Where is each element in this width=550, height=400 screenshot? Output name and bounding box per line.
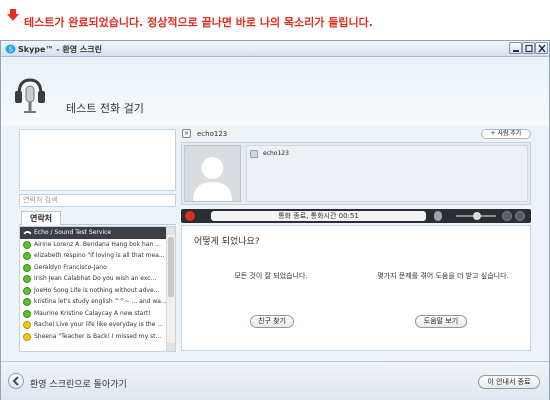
svg-text:S: S <box>9 46 14 54</box>
page-title: 테스트 전화 걸기 <box>66 102 144 115</box>
window-title: Skype™ - 환영 스크린 <box>18 45 102 54</box>
contact-name: Echo / Sound Test Service <box>34 229 112 236</box>
participant-list: echo123 <box>246 145 528 202</box>
contact-search-input[interactable]: 연락처 검색 <box>19 194 176 207</box>
contact-item[interactable]: Irish Jean Calabhat Do you wish an exc..… <box>20 273 175 285</box>
back-button[interactable] <box>8 373 24 389</box>
caption-text: 테스트가 완료되었습니다. 정상적으로 끝나면 바로 나의 목소리가 들립니다. <box>24 16 373 29</box>
back-arrow-icon <box>12 376 19 386</box>
scroll-up-button[interactable] <box>167 227 175 235</box>
title-bar: S Skype™ - 환영 스크린 <box>1 41 549 57</box>
call-contact-name: echo123 <box>197 130 228 138</box>
call-menu-button[interactable] <box>515 211 525 221</box>
help-button[interactable]: 도움말 보기 <box>415 315 467 328</box>
call-control-bar: 통화 종료, 통화시간 00:51 <box>181 209 531 223</box>
status-away-icon <box>23 321 31 329</box>
skype-logo-icon: S <box>5 44 16 54</box>
contact-item[interactable]: elizabeth respino "if loving is all that… <box>20 250 175 262</box>
contact-item[interactable]: kristina let's study english ^^~ ... and… <box>20 296 175 308</box>
tab-contacts[interactable]: 연락처 <box>21 211 61 225</box>
close-icon <box>538 44 546 53</box>
contact-name: JoeHo Song Life is nothing without adve.… <box>34 286 160 294</box>
left-panel: 연락처 검색 연락처 Echo / Sound Test Service Air… <box>19 129 176 352</box>
contact-name: elizabeth respino "if loving is all that… <box>34 252 165 259</box>
call-panel: × echo123 + 사람 추가 echo123 통화 종료, 통화시간 00… <box>181 129 531 351</box>
minimize-button[interactable] <box>509 42 522 54</box>
contact-item[interactable]: Geraldyn Francisco-Jano <box>20 262 175 274</box>
status-away-icon <box>23 332 31 341</box>
contact-item[interactable]: JoeHo Song Life is nothing without adve.… <box>20 285 175 297</box>
contact-item[interactable]: Sheena "Teacher is Back! I missed my st.… <box>20 331 175 343</box>
avatar <box>184 145 241 202</box>
status-online-icon <box>23 286 31 295</box>
status-online-icon <box>23 275 31 283</box>
contact-list-scrollbar[interactable] <box>166 227 175 351</box>
status-online-icon <box>23 263 31 272</box>
close-button[interactable] <box>535 42 548 54</box>
status-online-icon <box>23 252 31 260</box>
contact-name: Geraldyn Francisco-Jano <box>34 263 107 271</box>
maximize-button[interactable] <box>522 42 535 54</box>
contact-item[interactable]: Maurine Kristine Calaycay A new start! <box>20 308 175 320</box>
participant-name: echo123 <box>263 150 289 157</box>
microphone-icon[interactable] <box>434 211 442 221</box>
phone-icon <box>23 231 32 235</box>
contact-name: kristina let's study english ^^~ ... and… <box>34 298 167 305</box>
close-guide-button[interactable]: 이 안내서 종료 <box>478 375 540 389</box>
feedback-question: 어떻게 되었나요? <box>194 237 260 247</box>
contacts-tab-bar: 연락처 <box>19 211 176 225</box>
problem-text: 몇가지 문제를 겪어 도움을 더 받고 싶습니다. <box>377 272 509 280</box>
scroll-down-button[interactable] <box>167 343 175 351</box>
contact-item[interactable]: Rachel Live your life like everyday is t… <box>20 319 175 331</box>
feedback-pane: 어떻게 되었나요? 모든 것이 잘 되었습니다. 몇가지 문제를 겪어 도움을 … <box>181 225 531 351</box>
status-online-icon <box>23 240 31 249</box>
default-avatar-icon <box>193 157 232 201</box>
headset-icon <box>15 78 45 113</box>
add-person-button[interactable]: + 사람 추가 <box>481 129 531 139</box>
skype-window: S Skype™ - 환영 스크린 테스트 전화 걸기 연락처 검색 연락처 E… <box>0 40 550 400</box>
scroll-thumb[interactable] <box>168 237 174 297</box>
bottom-bar: 환영 스크린으로 돌아가기 이 안내서 종료 <box>1 361 549 400</box>
maximize-icon <box>525 44 533 53</box>
contact-item[interactable]: Echo / Sound Test Service <box>20 227 175 239</box>
profile-box <box>19 129 176 191</box>
contact-name: Airine Lorenz A. Bendana Hang bok han ..… <box>34 240 161 248</box>
status-online-icon <box>23 298 31 306</box>
arrow-down-icon <box>7 9 19 21</box>
call-option-button[interactable] <box>502 211 512 221</box>
participant-avatar-icon <box>250 150 258 158</box>
close-conversation-button[interactable]: × <box>182 129 191 138</box>
contact-item[interactable]: Airine Lorenz A. Bendana Hang bok han ..… <box>20 239 175 251</box>
contact-list: Echo / Sound Test Service Airine Lorenz … <box>19 226 176 352</box>
call-status: 통화 종료, 통화시간 00:51 <box>211 211 426 221</box>
call-header: × echo123 + 사람 추가 <box>181 129 531 140</box>
video-area: echo123 <box>181 142 531 205</box>
page-header: 테스트 전화 걸기 <box>1 58 549 126</box>
find-friends-button[interactable]: 친구 찾기 <box>250 315 294 328</box>
status-online-icon <box>23 309 31 318</box>
contact-name: Maurine Kristine Calaycay A new start! <box>34 309 151 317</box>
hangup-button[interactable] <box>185 211 195 221</box>
back-label[interactable]: 환영 스크린으로 돌아가기 <box>30 377 127 390</box>
contact-name: Irish Jean Calabhat Do you wish an exc..… <box>34 275 157 282</box>
contact-name: Rachel Live your life like everyday is t… <box>34 321 163 328</box>
contact-name: Sheena "Teacher is Back! I missed my st.… <box>34 332 162 340</box>
instruction-caption: 테스트가 완료되었습니다. 정상적으로 끝나면 바로 나의 목소리가 들립니다. <box>0 0 550 40</box>
minimize-icon <box>513 50 519 52</box>
success-text: 모든 것이 잘 되었습니다. <box>234 272 308 280</box>
volume-knob[interactable] <box>473 212 481 220</box>
